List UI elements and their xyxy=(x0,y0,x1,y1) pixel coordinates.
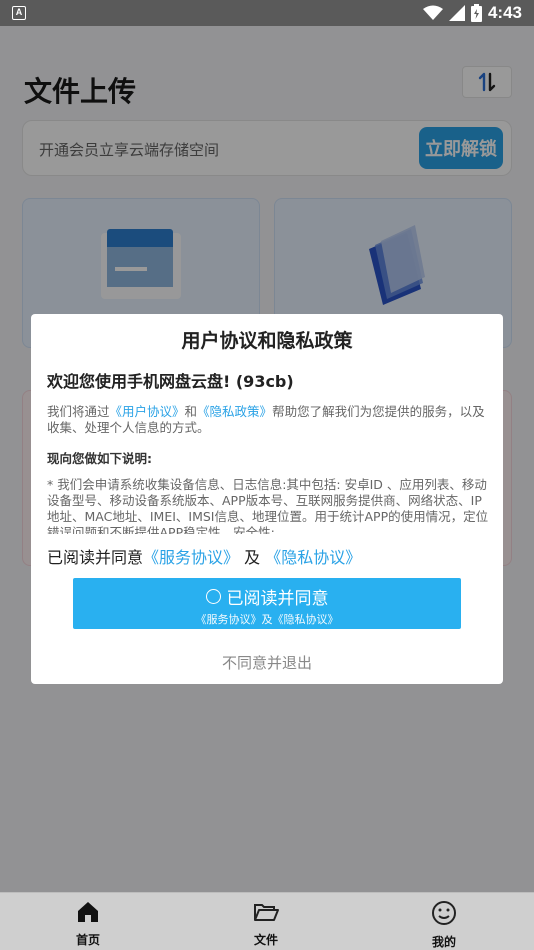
tab-label: 首页 xyxy=(75,933,100,947)
tab-files[interactable]: 文件 xyxy=(221,899,311,948)
dialog-title: 用户协议和隐私政策 xyxy=(181,330,353,352)
intro-paragraph: 我们将通过《用户协议》和《隐私政策》帮助您了解我们为您提供的服务，以及收集、处理… xyxy=(47,404,491,436)
smile-icon xyxy=(432,901,456,925)
tab-label: 我的 xyxy=(431,935,456,949)
decline-button[interactable]: 不同意并退出 xyxy=(31,652,503,673)
agree-button-sublabel: 《服务协议》及《隐私协议》 xyxy=(195,613,339,626)
user-agreement-link[interactable]: 《用户协议》 xyxy=(110,404,185,419)
home-icon xyxy=(78,902,98,922)
folder-open-icon xyxy=(254,904,279,921)
bottom-tab-bar: 首页 文件 我的 xyxy=(0,892,534,950)
intro-and: 和 xyxy=(184,404,198,419)
agree-line-pre: 已阅读并同意 xyxy=(47,548,144,567)
welcome-text: 欢迎您使用手机网盘云盘! (93cb) xyxy=(47,372,294,391)
radio-circle-icon xyxy=(205,589,221,604)
app-notification-icon: A xyxy=(12,6,26,20)
privacy-policy-link[interactable]: 《隐私政策》 xyxy=(197,404,272,419)
tab-home[interactable]: 首页 xyxy=(43,899,133,948)
service-agreement-link[interactable]: 《服务协议》 xyxy=(143,548,239,567)
wifi-icon xyxy=(422,5,443,20)
tab-profile[interactable]: 我的 xyxy=(399,899,489,950)
battery-icon xyxy=(470,4,482,22)
status-right: 4:43 xyxy=(422,3,522,23)
agree-line-and: 及 xyxy=(244,548,261,567)
clock: 4:43 xyxy=(487,3,522,22)
agreement-line: 已阅读并同意《服务协议》 及 《隐私协议》 xyxy=(47,544,361,568)
agree-button-label: 已阅读并同意 xyxy=(226,589,329,609)
status-bar: A 4:43 xyxy=(0,0,534,26)
signal-icon xyxy=(448,5,465,21)
section-heading: 现向您做如下说明: xyxy=(47,451,152,466)
detail-paragraph: * 我们会申请系统收集设备信息、日志信息:其中包括: 安卓ID 、应用列表、移动… xyxy=(47,477,489,534)
intro-pre: 我们将通过 xyxy=(47,404,110,419)
agree-button[interactable]: 已阅读并同意 《服务协议》及《隐私协议》 xyxy=(73,578,461,629)
tab-label: 文件 xyxy=(253,933,278,947)
policy-scroll-area[interactable]: 欢迎您使用手机网盘云盘! (93cb) 我们将通过《用户协议》和《隐私政策》帮助… xyxy=(47,368,491,534)
privacy-dialog: 用户协议和隐私政策 欢迎您使用手机网盘云盘! (93cb) 我们将通过《用户协议… xyxy=(31,314,503,684)
privacy-agreement-link[interactable]: 《隐私协议》 xyxy=(265,548,361,567)
